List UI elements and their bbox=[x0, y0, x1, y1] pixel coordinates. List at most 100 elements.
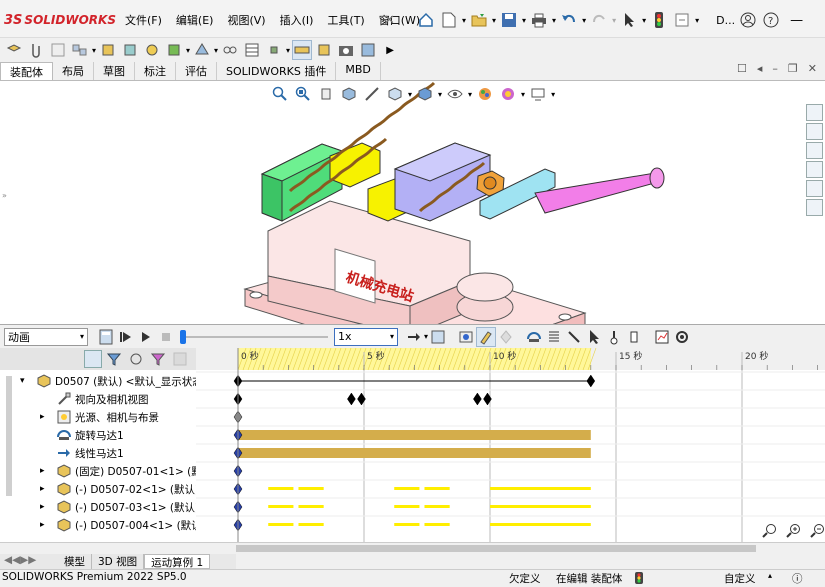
edit-appearance-icon[interactable] bbox=[475, 84, 495, 104]
task-pane-home-icon[interactable] bbox=[806, 104, 823, 121]
restore-panel-icon[interactable]: ☐ bbox=[737, 62, 747, 80]
tree-expander[interactable]: ▸ bbox=[40, 484, 56, 494]
filter-animated-icon[interactable] bbox=[84, 350, 102, 368]
contact-icon[interactable] bbox=[564, 327, 584, 347]
chevron-down-icon[interactable]: ▾ bbox=[468, 90, 472, 99]
menu-view[interactable]: 视图(V) bbox=[220, 12, 272, 28]
tab-evaluate[interactable]: 评估 bbox=[176, 62, 217, 80]
reference-geometry-icon[interactable] bbox=[192, 40, 212, 60]
play-from-start-icon[interactable] bbox=[116, 327, 136, 347]
tab-nav-arrows[interactable]: ◀◀▶▶ bbox=[0, 554, 58, 569]
move-component-icon[interactable] bbox=[120, 40, 140, 60]
appearances-icon[interactable] bbox=[806, 180, 823, 197]
chevron-down-icon[interactable]: ▾ bbox=[408, 90, 412, 99]
chevron-down-icon[interactable]: ▾ bbox=[92, 46, 96, 55]
solidworks-logo[interactable]: 3S SOLIDWORKS bbox=[4, 10, 116, 30]
menu-insert[interactable]: 插入(I) bbox=[273, 12, 321, 28]
traffic-light-icon[interactable] bbox=[649, 10, 669, 30]
tab-markup[interactable]: 标注 bbox=[135, 62, 176, 80]
open-folder-icon[interactable] bbox=[469, 10, 489, 30]
previous-view-icon[interactable] bbox=[316, 84, 336, 104]
undo-icon[interactable] bbox=[559, 10, 579, 30]
tab-mbd[interactable]: MBD bbox=[336, 62, 381, 80]
zoom-out-timeline-icon[interactable] bbox=[808, 520, 825, 540]
collapse-left-icon[interactable]: ◂ bbox=[757, 62, 763, 80]
calculate-icon[interactable] bbox=[96, 327, 116, 347]
zoom-to-fit-icon[interactable] bbox=[270, 84, 290, 104]
spring-icon[interactable] bbox=[544, 327, 564, 347]
timeline-canvas[interactable]: 0 秒 5 秒 10 秒 15 秒 20 秒 bbox=[196, 347, 825, 542]
filter-driving-icon[interactable] bbox=[106, 351, 122, 370]
tree-item-lights-cameras[interactable]: ▸ 光源、相机与布景 bbox=[40, 408, 159, 426]
chevron-down-icon[interactable]: ▾ bbox=[582, 16, 586, 25]
zoom-to-area-icon[interactable] bbox=[293, 84, 313, 104]
file-explorer-icon[interactable] bbox=[806, 142, 823, 159]
motion-study-properties-icon[interactable] bbox=[672, 327, 692, 347]
rebuild-icon[interactable] bbox=[672, 10, 692, 30]
select-arrow-icon[interactable] bbox=[584, 327, 604, 347]
stop-icon[interactable] bbox=[156, 327, 176, 347]
save-animation-icon[interactable] bbox=[428, 327, 448, 347]
chevron-down-icon[interactable]: ▾ bbox=[642, 16, 646, 25]
chevron-down-icon[interactable]: ▾ bbox=[286, 46, 290, 55]
minimize-doc-icon[interactable]: – bbox=[772, 62, 778, 80]
tree-expander[interactable]: ▸ bbox=[40, 412, 56, 422]
assembly-model[interactable]: 机械充电站 bbox=[0, 81, 825, 375]
playback-speed-select[interactable]: 1x ▾ bbox=[334, 327, 398, 346]
assembly-features-icon[interactable] bbox=[164, 40, 184, 60]
chevron-down-icon[interactable]: ▾ bbox=[186, 46, 190, 55]
tree-expander[interactable]: ▸ bbox=[40, 520, 56, 530]
tree-root-row[interactable]: ▾ D0507 (默认) <默认_显示状态 bbox=[20, 372, 203, 390]
gravity-icon[interactable] bbox=[604, 327, 624, 347]
view-palette-icon[interactable] bbox=[806, 161, 823, 178]
menu-file[interactable]: 文件(F) bbox=[118, 12, 169, 28]
tree-expander[interactable]: ▸ bbox=[40, 466, 56, 476]
tree-item-part-03[interactable]: ▸ (-) D0507-03<1> (默认) bbox=[40, 498, 199, 516]
help-status-icon[interactable]: ⓘ bbox=[792, 571, 803, 586]
chevron-down-icon[interactable]: ▾ bbox=[695, 16, 699, 25]
tree-item-rotary-motor[interactable]: 旋转马达1 bbox=[40, 426, 124, 444]
playback-slider-thumb[interactable] bbox=[180, 329, 186, 344]
show-hidden-icon[interactable] bbox=[142, 40, 162, 60]
section-view-icon[interactable] bbox=[339, 84, 359, 104]
tree-item-part-02[interactable]: ▸ (-) D0507-02<1> (默认) bbox=[40, 480, 199, 498]
instant3d-icon[interactable] bbox=[292, 40, 313, 60]
tree-expander[interactable]: ▾ bbox=[20, 376, 36, 386]
tree-item-views-cameras[interactable]: 视向及相机视图 bbox=[40, 390, 149, 408]
design-library-icon[interactable] bbox=[806, 123, 823, 140]
chevron-down-icon[interactable]: ▾ bbox=[612, 16, 616, 25]
menu-edit[interactable]: 编辑(E) bbox=[169, 12, 221, 28]
chevron-down-icon[interactable]: ▾ bbox=[214, 46, 218, 55]
restore-doc-icon[interactable]: ❐ bbox=[788, 62, 798, 80]
close-doc-icon[interactable]: ✕ bbox=[808, 62, 817, 80]
add-key-icon[interactable] bbox=[496, 327, 516, 347]
custom-properties-icon[interactable] bbox=[806, 199, 823, 216]
zoom-to-fit-timeline-icon[interactable] bbox=[760, 520, 780, 540]
mate-icon[interactable] bbox=[26, 40, 46, 60]
panel-handle-icon[interactable]: » bbox=[2, 191, 7, 200]
more-tools-icon[interactable]: ▶ bbox=[380, 40, 400, 60]
study-type-select[interactable]: 动画 ▾ bbox=[4, 327, 88, 346]
linear-pattern-icon[interactable] bbox=[70, 40, 90, 60]
horizontal-scrollbar[interactable] bbox=[0, 542, 825, 554]
home-icon[interactable] bbox=[416, 10, 436, 30]
collapse-all-icon[interactable] bbox=[172, 351, 188, 370]
view-orientation-icon[interactable] bbox=[385, 84, 405, 104]
tree-scrollbar[interactable] bbox=[6, 376, 12, 496]
hide-show-items-icon[interactable] bbox=[445, 84, 465, 104]
zoom-in-timeline-icon[interactable] bbox=[784, 520, 804, 540]
component-preview-icon[interactable] bbox=[48, 40, 68, 60]
select-icon[interactable] bbox=[619, 10, 639, 30]
help-icon[interactable]: ? bbox=[761, 10, 781, 30]
display-style-icon[interactable] bbox=[415, 84, 435, 104]
tab-addins[interactable]: SOLIDWORKS 插件 bbox=[217, 62, 337, 80]
user-icon[interactable] bbox=[738, 10, 758, 30]
tab-3d-views[interactable]: 3D 视图 bbox=[92, 554, 145, 569]
new-motion-study-icon[interactable] bbox=[220, 40, 240, 60]
view-settings-icon[interactable] bbox=[528, 84, 548, 104]
tree-expander[interactable]: ▸ bbox=[40, 502, 56, 512]
minimize-icon[interactable]: — bbox=[790, 13, 803, 28]
chevron-down-icon[interactable]: ▾ bbox=[551, 90, 555, 99]
filter-results-icon[interactable] bbox=[150, 351, 166, 370]
chevron-down-icon[interactable]: ▾ bbox=[438, 90, 442, 99]
